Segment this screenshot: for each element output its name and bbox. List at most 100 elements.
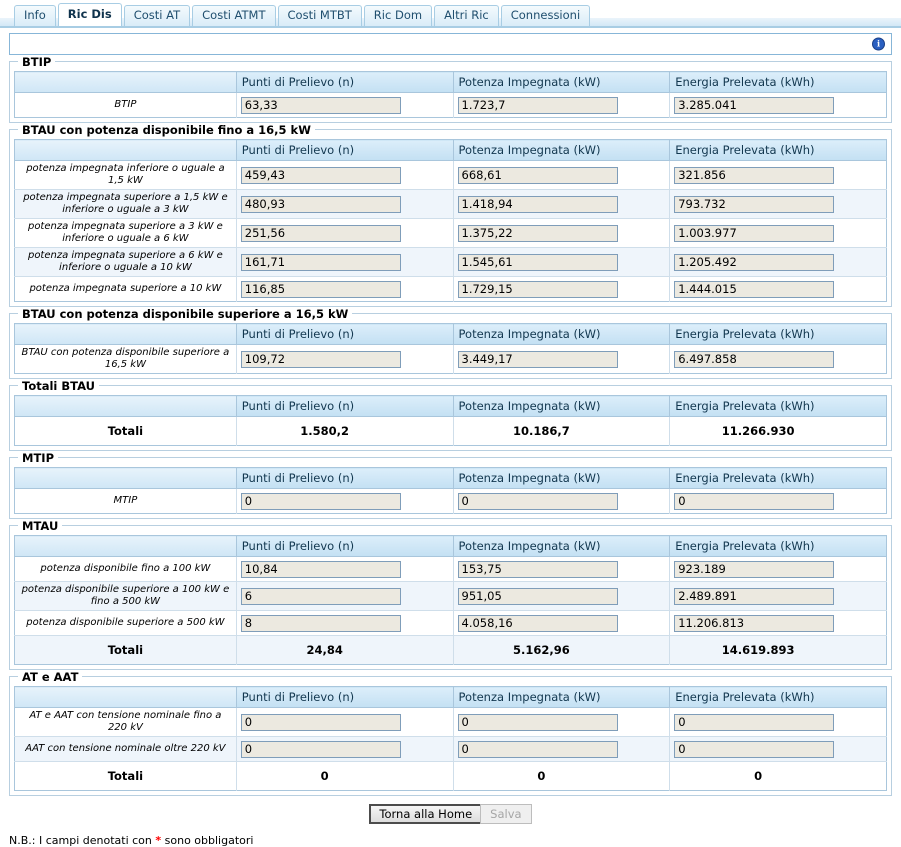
- table-row: potenza impegnata superiore a 10 kW 116,8…: [14, 276, 887, 302]
- cell-punti: 116,85: [236, 276, 454, 302]
- input-punti[interactable]: 480,93: [240, 195, 401, 213]
- table-row: potenza impegnata superiore a 1,5 kW e i…: [14, 189, 887, 219]
- input-potenza[interactable]: 1.723,7: [457, 96, 618, 114]
- row-label: potenza impegnata inferiore o uguale a 1…: [14, 160, 237, 190]
- input-energia[interactable]: 6.497.858: [674, 350, 835, 368]
- input-punti[interactable]: 63,33: [240, 96, 401, 114]
- tab-ric-dis[interactable]: Ric Dis: [57, 3, 122, 26]
- cell-potenza: 668,61: [453, 160, 671, 190]
- row-label: potenza impegnata superiore a 6 kW e inf…: [14, 247, 237, 277]
- column-header-blank: [14, 71, 237, 93]
- row-label: MTIP: [14, 488, 237, 514]
- total-value-punti: 0: [236, 761, 454, 791]
- input-punti[interactable]: 0: [240, 713, 401, 731]
- input-punti[interactable]: 109,72: [240, 350, 401, 368]
- total-value-energia: 11.266.930: [669, 416, 887, 446]
- row-label: potenza impegnata superiore a 3 kW e inf…: [14, 218, 237, 248]
- input-energia[interactable]: 321.856: [674, 166, 835, 184]
- cell-energia: 1.003.977: [669, 218, 887, 248]
- cell-energia: 0: [669, 707, 887, 737]
- input-punti[interactable]: 459,43: [240, 166, 401, 184]
- input-potenza[interactable]: 668,61: [457, 166, 618, 184]
- data-table: Punti di Prelievo (n) Potenza Impegnata (…: [14, 323, 887, 374]
- input-energia[interactable]: 3.285.041: [674, 96, 835, 114]
- info-icon[interactable]: i: [872, 37, 885, 51]
- input-energia[interactable]: 2.489.891: [674, 587, 835, 605]
- input-potenza[interactable]: 0: [457, 740, 618, 758]
- form-actions: Torna alla Home Salva: [0, 804, 901, 824]
- input-energia[interactable]: 793.732: [674, 195, 835, 213]
- table-row: potenza impegnata inferiore o uguale a 1…: [14, 160, 887, 190]
- tab-costi-atmt[interactable]: Costi ATMT: [192, 5, 276, 26]
- cell-potenza: 1.418,94: [453, 189, 671, 219]
- cell-potenza: 3.449,17: [453, 344, 671, 374]
- info-bar-container: i: [0, 28, 901, 55]
- column-header-punti-prelievo: Punti di Prelievo (n): [236, 323, 454, 345]
- row-label: potenza disponibile fino a 100 kW: [14, 556, 237, 582]
- column-header-potenza-impegnata: Potenza Impegnata (kW): [453, 467, 671, 489]
- section-body: Punti di Prelievo (n) Potenza Impegnata (…: [14, 130, 887, 302]
- cell-punti: 63,33: [236, 92, 454, 118]
- input-potenza[interactable]: 0: [457, 713, 618, 731]
- cell-punti: 251,56: [236, 218, 454, 248]
- input-potenza[interactable]: 4.058,16: [457, 614, 618, 632]
- column-header-potenza-impegnata: Potenza Impegnata (kW): [453, 535, 671, 557]
- input-energia[interactable]: 0: [674, 713, 835, 731]
- cell-potenza: 1.545,61: [453, 247, 671, 277]
- column-header-blank: [14, 686, 237, 708]
- tab-info[interactable]: Info: [14, 5, 56, 26]
- section-body: Punti di Prelievo (n) Potenza Impegnata (…: [14, 62, 887, 118]
- column-header-energia-prelevata: Energia Prelevata (kWh): [669, 467, 887, 489]
- cell-punti: 6: [236, 581, 454, 611]
- tab-costi-mtbt[interactable]: Costi MTBT: [277, 5, 362, 26]
- column-header-potenza-impegnata: Potenza Impegnata (kW): [453, 686, 671, 708]
- input-potenza[interactable]: 1.729,15: [457, 280, 618, 298]
- column-header-punti-prelievo: Punti di Prelievo (n): [236, 395, 454, 417]
- total-value-potenza: 10.186,7: [453, 416, 671, 446]
- column-header-blank: [14, 395, 237, 417]
- row-label: AAT con tensione nominale oltre 220 kV: [14, 736, 237, 762]
- cell-potenza: 0: [453, 736, 671, 762]
- required-fields-note: N.B.: I campi denotati con * sono obblig…: [9, 834, 901, 847]
- input-energia[interactable]: 0: [674, 492, 835, 510]
- cell-energia: 1.205.492: [669, 247, 887, 277]
- tab-ric-dom[interactable]: Ric Dom: [363, 5, 433, 26]
- note-suffix: sono obbligatori: [161, 834, 254, 847]
- input-potenza[interactable]: 1.418,94: [457, 195, 618, 213]
- row-label: potenza impegnata superiore a 1,5 kW e i…: [14, 189, 237, 219]
- column-header-energia-prelevata: Energia Prelevata (kWh): [669, 395, 887, 417]
- column-header-potenza-impegnata: Potenza Impegnata (kW): [453, 323, 671, 345]
- input-punti[interactable]: 6: [240, 587, 401, 605]
- tab-connessioni[interactable]: Connessioni: [500, 5, 591, 26]
- input-potenza[interactable]: 0: [457, 492, 618, 510]
- input-punti[interactable]: 0: [240, 740, 401, 758]
- input-energia[interactable]: 1.444.015: [674, 280, 835, 298]
- input-punti[interactable]: 161,71: [240, 253, 401, 271]
- row-label: Totali: [14, 761, 237, 791]
- total-value-energia: 14.619.893: [669, 635, 887, 665]
- table-header-row: Punti di Prelievo (n) Potenza Impegnata (…: [14, 139, 887, 161]
- input-potenza[interactable]: 153,75: [457, 560, 618, 578]
- torna-alla-home-button[interactable]: Torna alla Home: [369, 804, 483, 824]
- input-energia[interactable]: 0: [674, 740, 835, 758]
- tab-altri-ric[interactable]: Altri Ric: [434, 5, 499, 26]
- input-punti[interactable]: 10,84: [240, 560, 401, 578]
- tab-costi-at[interactable]: Costi AT: [123, 5, 191, 26]
- cell-potenza: 1.729,15: [453, 276, 671, 302]
- input-potenza[interactable]: 3.449,17: [457, 350, 618, 368]
- input-potenza[interactable]: 1.545,61: [457, 253, 618, 271]
- input-energia[interactable]: 1.205.492: [674, 253, 835, 271]
- input-punti[interactable]: 0: [240, 492, 401, 510]
- input-punti[interactable]: 116,85: [240, 280, 401, 298]
- input-punti[interactable]: 8: [240, 614, 401, 632]
- cell-punti: 10,84: [236, 556, 454, 582]
- input-energia[interactable]: 923.189: [674, 560, 835, 578]
- section-mtau: MTAU Punti di Prelievo (n) Potenza Impegna…: [9, 519, 892, 670]
- input-energia[interactable]: 1.003.977: [674, 224, 835, 242]
- input-punti[interactable]: 251,56: [240, 224, 401, 242]
- input-potenza[interactable]: 1.375,22: [457, 224, 618, 242]
- message-bar[interactable]: i: [9, 33, 892, 55]
- input-potenza[interactable]: 951,05: [457, 587, 618, 605]
- table-header-row: Punti di Prelievo (n) Potenza Impegnata (…: [14, 686, 887, 708]
- input-energia[interactable]: 11.206.813: [674, 614, 835, 632]
